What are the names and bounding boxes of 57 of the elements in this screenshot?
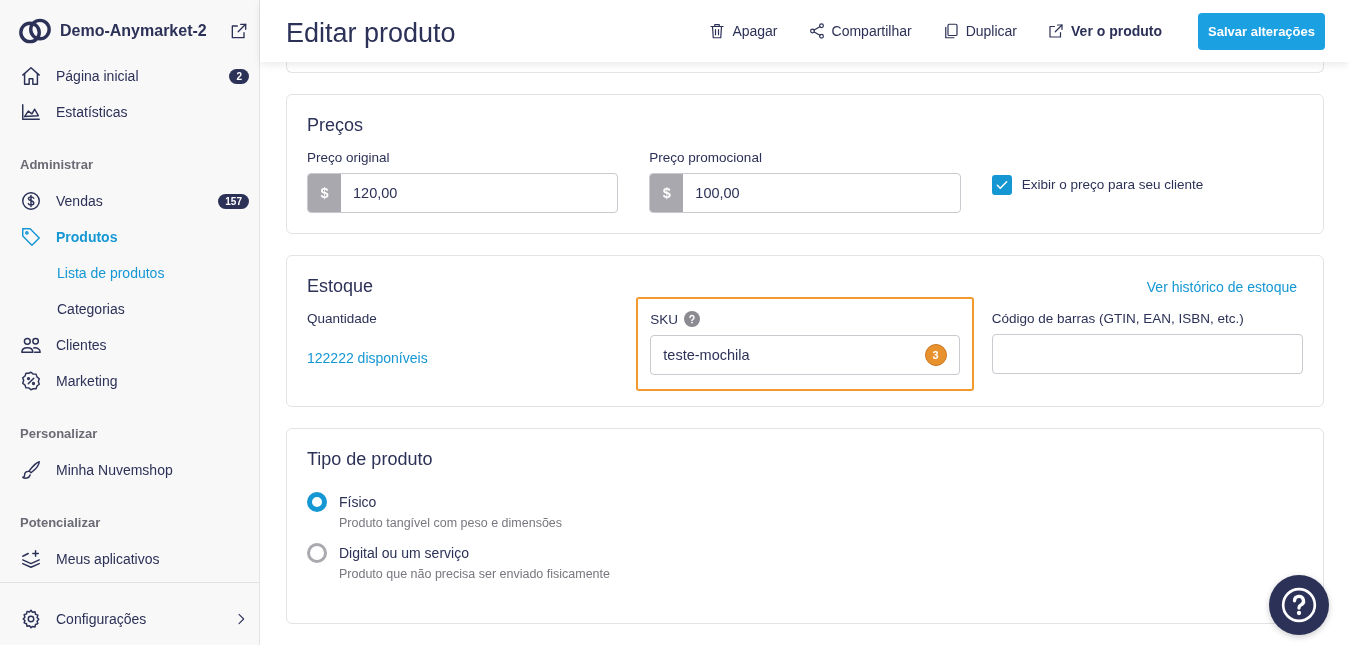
count-badge: 157	[218, 193, 249, 209]
option-description: Produto que não precisa ser enviado fisicamente	[339, 567, 610, 581]
section-heading: Personalizar	[19, 425, 99, 443]
radio-button[interactable]	[307, 492, 327, 512]
dollar-icon	[20, 190, 42, 212]
price-field[interactable]: $ 100,00	[649, 173, 961, 213]
store-name: Demo-Anymarket-2	[60, 22, 208, 40]
option-description: Produto tangível com peso e dimensões	[339, 516, 563, 530]
stack-plus-icon	[20, 548, 42, 570]
radio-button[interactable]	[307, 543, 327, 563]
settings-icon	[20, 608, 42, 630]
field-label: Quantidade	[307, 311, 378, 326]
field-label: Código de barras (GTIN, EAN, ISBN, etc.)	[991, 311, 1245, 326]
checkbox-label: Exibir o preço para seu cliente	[1021, 177, 1204, 192]
price-field[interactable]: $ 120,00	[307, 173, 619, 213]
trash-icon	[708, 22, 727, 40]
home-icon	[20, 65, 42, 87]
section-heading: Potencializar	[19, 514, 102, 532]
question-icon	[1279, 585, 1319, 625]
sidebar-item[interactable]: Estatísticas	[0, 94, 259, 130]
chart-icon	[20, 101, 42, 123]
sidebar-item[interactable]: Vendas 157	[0, 183, 259, 219]
radio-label: Físico	[339, 493, 378, 512]
section-title: Estoque	[307, 276, 374, 297]
page-title: Editar produto	[286, 17, 456, 49]
percent-badge-icon	[20, 370, 42, 392]
section-heading: Administrar	[19, 156, 94, 174]
section-title: Tipo de produto	[307, 449, 434, 470]
sku-field[interactable]: teste-mochila 3	[650, 335, 960, 375]
brush-icon	[20, 459, 42, 481]
external-link-icon	[229, 21, 249, 41]
step-badge: 3	[924, 344, 947, 366]
checkbox[interactable]	[991, 174, 1012, 195]
currency-prefix: $	[308, 174, 341, 212]
field-label: Preço original	[307, 150, 391, 165]
external-link-icon	[1047, 22, 1066, 40]
sidebar-item[interactable]: Meus aplicativos	[0, 541, 259, 577]
section-title: Preços	[307, 115, 365, 136]
barcode-field[interactable]	[991, 334, 1303, 374]
sidebar-item[interactable]: Clientes	[0, 327, 259, 363]
field-label: Preço promocional	[649, 150, 763, 165]
toolbar-button[interactable]: Ver o produto	[1047, 22, 1163, 40]
field-label: SKU	[650, 311, 679, 327]
sidebar-item[interactable]: Página inicial 2	[0, 58, 259, 94]
count-badge: 2	[229, 68, 249, 84]
toolbar-button[interactable]: Compartilhar	[807, 22, 912, 40]
currency-prefix: $	[650, 174, 684, 212]
share-icon	[807, 22, 826, 40]
tag-icon	[20, 226, 42, 248]
sidebar-item[interactable]: Marketing	[0, 363, 259, 399]
help-icon	[684, 311, 701, 327]
submenu-item[interactable]: Categorias	[0, 291, 259, 327]
settings-item[interactable]: Configurações	[0, 601, 259, 637]
radio-label: Digital ou um serviço	[339, 544, 470, 563]
toolbar-button[interactable]: Apagar	[708, 22, 778, 40]
toolbar-button[interactable]: Duplicar	[941, 22, 1018, 40]
sidebar-item[interactable]: Minha Nuvemshop	[0, 452, 259, 488]
